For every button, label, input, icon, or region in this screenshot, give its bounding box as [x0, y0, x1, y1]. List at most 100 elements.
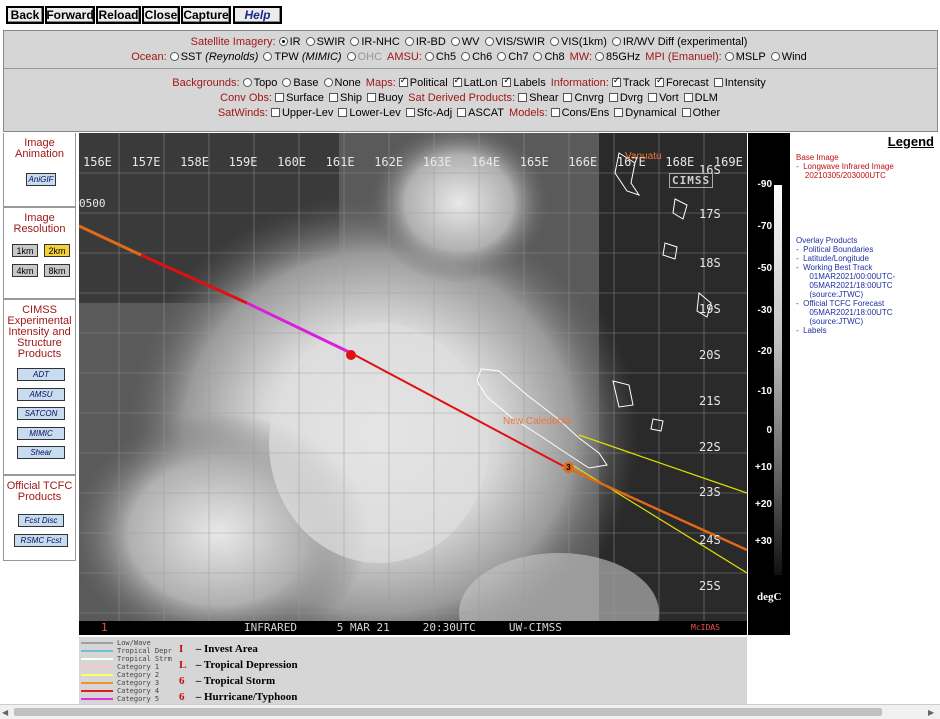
ocean-option-ohc[interactable]: OHC — [346, 51, 382, 63]
amsu-option-ch6[interactable]: Ch6 — [461, 51, 492, 63]
radio-icon[interactable] — [282, 78, 292, 87]
sd-option-vort[interactable]: Vort — [648, 92, 679, 104]
checkbox-icon[interactable] — [683, 93, 693, 102]
radio-icon[interactable] — [242, 78, 252, 87]
checkbox-icon[interactable] — [614, 108, 624, 117]
sd-option-cnvrg[interactable]: Cnvrg — [563, 92, 604, 104]
checkbox-icon[interactable] — [648, 93, 658, 102]
amsu-option-ch7[interactable]: Ch7 — [497, 51, 528, 63]
sat-option-vis-1km[interactable]: VIS(1km) — [550, 36, 607, 48]
amsu-option-ch8[interactable]: Ch8 — [533, 51, 565, 63]
checkbox-icon[interactable] — [654, 75, 664, 87]
models-option-other[interactable]: Other — [681, 107, 720, 119]
close-button[interactable]: Close — [142, 6, 180, 24]
shear-button[interactable]: Shear — [17, 446, 65, 459]
radio-icon[interactable] — [497, 52, 507, 61]
ocean-option-sst[interactable]: SST (Reynolds) — [169, 51, 258, 63]
amsu-option-ch5[interactable]: Ch5 — [424, 51, 456, 63]
checkbox-icon[interactable] — [563, 93, 573, 102]
radio-icon[interactable] — [263, 52, 273, 61]
radio-icon[interactable] — [346, 52, 356, 61]
mpi-option-wind[interactable]: Wind — [770, 51, 807, 63]
reload-button[interactable]: Reload — [96, 6, 141, 24]
res-1km-button[interactable]: 1km — [12, 244, 38, 257]
sat-option-vis-swir[interactable]: VIS/SWIR — [484, 36, 545, 48]
scroll-right-icon[interactable]: ▶ — [928, 708, 934, 717]
radio-icon[interactable] — [595, 52, 605, 61]
bg-option-none[interactable]: None — [323, 77, 361, 89]
rsmc-fcst-button[interactable]: RSMC Fcst — [14, 534, 68, 547]
radio-icon[interactable] — [533, 52, 543, 61]
scrollbar-thumb[interactable] — [14, 708, 882, 716]
sat-option-swir[interactable]: SWIR — [305, 36, 345, 48]
models-option-cons[interactable]: Cons/Ens — [550, 107, 609, 119]
maps-option-labels[interactable]: Labels — [502, 75, 546, 89]
radio-icon[interactable] — [169, 52, 179, 61]
anigif-button[interactable]: AniGIF — [26, 173, 56, 186]
mimic-button[interactable]: MIMIC — [17, 427, 65, 440]
maps-option-political[interactable]: Political — [398, 75, 448, 89]
bg-option-base[interactable]: Base — [282, 77, 319, 89]
satcon-button[interactable]: SATCON — [17, 407, 65, 420]
bg-option-topo[interactable]: Topo — [242, 77, 277, 89]
checkbox-icon[interactable] — [457, 108, 467, 117]
back-button[interactable]: Back — [6, 6, 44, 24]
checkbox-icon[interactable] — [367, 93, 377, 102]
radio-icon[interactable] — [305, 37, 315, 46]
checkbox-icon[interactable] — [398, 75, 408, 87]
sd-option-dlm[interactable]: DLM — [683, 92, 718, 104]
checkbox-icon[interactable] — [405, 108, 415, 117]
conv-option-ship[interactable]: Ship — [329, 92, 362, 104]
checkbox-icon[interactable] — [329, 93, 339, 102]
checkbox-icon[interactable] — [611, 75, 621, 87]
checkbox-icon[interactable] — [270, 108, 280, 117]
checkbox-icon[interactable] — [681, 108, 691, 117]
radio-icon[interactable] — [770, 52, 780, 61]
res-2km-button[interactable]: 2km — [44, 244, 70, 257]
mpi-option-mslp[interactable]: MSLP — [724, 51, 766, 63]
radio-icon[interactable] — [461, 52, 471, 61]
res-4km-button[interactable]: 4km — [12, 264, 38, 277]
checkbox-icon[interactable] — [275, 93, 285, 102]
sat-option-irwv-diff[interactable]: IR/WV Diff (experimental) — [611, 36, 747, 48]
radio-icon[interactable] — [350, 37, 360, 46]
radio-icon[interactable] — [424, 52, 434, 61]
ocean-option-tpw[interactable]: TPW (MIMIC) — [263, 51, 342, 63]
sat-option-ir[interactable]: IR — [278, 36, 301, 48]
radio-icon[interactable] — [724, 52, 734, 61]
info-option-forecast[interactable]: Forecast — [654, 75, 709, 89]
scroll-left-icon[interactable]: ◀ — [2, 708, 8, 717]
info-option-intensity[interactable]: Intensity — [713, 77, 766, 89]
horizontal-scrollbar[interactable]: ◀ ▶ — [0, 704, 940, 719]
checkbox-icon[interactable] — [713, 78, 723, 87]
sw-option-lower[interactable]: Lower-Lev — [338, 107, 401, 119]
models-option-dynamical[interactable]: Dynamical — [614, 107, 677, 119]
capture-button[interactable]: Capture — [181, 6, 231, 24]
amsu-button[interactable]: AMSU — [17, 388, 65, 401]
adt-button[interactable]: ADT — [17, 368, 65, 381]
radio-icon[interactable] — [611, 37, 621, 46]
conv-option-buoy[interactable]: Buoy — [367, 92, 403, 104]
radio-icon[interactable] — [450, 37, 460, 46]
radio-icon[interactable] — [323, 78, 333, 87]
sw-option-sfc-adj[interactable]: Sfc-Adj — [405, 107, 452, 119]
sd-option-shear[interactable]: Shear — [518, 92, 558, 104]
forward-button[interactable]: Forward — [45, 6, 95, 24]
satellite-map[interactable]: 156E 157E 158E 159E 160E 161E 162E 163E 164E 165E… — [79, 133, 747, 635]
sat-option-wv[interactable]: WV — [450, 36, 480, 48]
fcst-disc-button[interactable]: Fcst Disc — [18, 514, 64, 527]
help-button[interactable]: Help — [233, 6, 282, 24]
maps-option-latlon[interactable]: LatLon — [452, 75, 497, 89]
checkbox-icon[interactable] — [338, 108, 348, 117]
checkbox-icon[interactable] — [550, 108, 560, 117]
radio-icon[interactable] — [278, 37, 288, 46]
sw-option-upper[interactable]: Upper-Lev — [270, 107, 333, 119]
info-option-track[interactable]: Track — [611, 75, 650, 89]
sw-option-ascat[interactable]: ASCAT — [457, 107, 504, 119]
sat-option-ir-nhc[interactable]: IR-NHC — [350, 36, 400, 48]
conv-option-surface[interactable]: Surface — [275, 92, 324, 104]
sd-option-dvrg[interactable]: Dvrg — [608, 92, 643, 104]
res-8km-button[interactable]: 8km — [44, 264, 70, 277]
sat-option-ir-bd[interactable]: IR-BD — [404, 36, 446, 48]
checkbox-icon[interactable] — [608, 93, 618, 102]
